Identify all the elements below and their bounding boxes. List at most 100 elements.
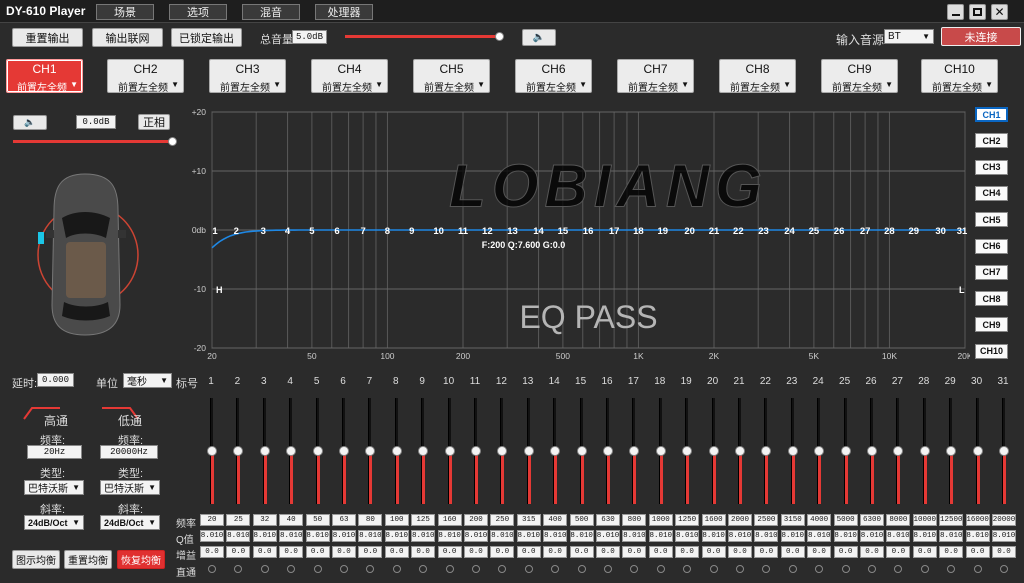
band-freq-cell[interactable]: 63 [332, 514, 356, 526]
master-mute-button[interactable]: 🔈 [522, 29, 556, 46]
band-freq-cell[interactable]: 40 [279, 514, 304, 526]
band-bypass-toggle[interactable] [815, 565, 824, 573]
input-source-select[interactable]: BT ▼ [884, 29, 934, 44]
band-slider-24[interactable] [814, 398, 825, 504]
band-freq-cell[interactable]: 500 [569, 514, 594, 526]
minimize-button[interactable] [947, 4, 964, 20]
band-slider-29[interactable] [946, 398, 957, 504]
reset-eq-button[interactable]: 重置均衡 [64, 550, 112, 569]
band-slider-7[interactable] [365, 398, 376, 504]
low-pass-freq-input[interactable]: 20000Hz [100, 445, 158, 459]
band-bypass-toggle[interactable] [234, 565, 243, 573]
band-gain-cell[interactable]: 0.0 [411, 546, 436, 558]
band-slider-handle[interactable] [972, 446, 983, 456]
band-q-cell[interactable]: 8.010 [780, 530, 805, 542]
band-slider-handle[interactable] [708, 446, 719, 456]
graph-channel-toggle-ch6[interactable]: CH6 [975, 238, 1008, 254]
band-gain-cell[interactable]: 0.0 [543, 546, 568, 558]
band-q-cell[interactable]: 8.010 [701, 530, 726, 542]
band-slider-handle[interactable] [576, 446, 587, 456]
band-bypass-toggle[interactable] [498, 565, 507, 573]
band-slider-10[interactable] [444, 398, 455, 504]
band-slider-handle[interactable] [207, 446, 217, 456]
band-slider-18[interactable] [655, 398, 666, 504]
master-volume-slider[interactable] [345, 32, 504, 41]
band-gain-cell[interactable]: 0.0 [754, 546, 779, 558]
menu-options[interactable]: 选项 [169, 4, 227, 20]
band-q-cell[interactable]: 8.010 [992, 530, 1016, 542]
band-q-cell[interactable]: 8.010 [226, 530, 251, 542]
unit-select[interactable]: 毫秒 ▼ [123, 373, 172, 388]
band-freq-cell[interactable]: 25 [226, 514, 251, 526]
band-slider-2[interactable] [233, 398, 244, 504]
band-gain-cell[interactable]: 0.0 [569, 546, 594, 558]
delay-value[interactable]: 0.000 [37, 373, 74, 387]
band-bypass-toggle[interactable] [1000, 565, 1008, 573]
band-bypass-toggle[interactable] [287, 565, 296, 573]
band-slider-3[interactable] [259, 398, 270, 504]
band-bypass-toggle[interactable] [208, 565, 216, 573]
channel-button-ch9[interactable]: CH9 前置左全频 ▼ [821, 59, 898, 94]
band-q-cell[interactable]: 8.010 [833, 530, 858, 542]
band-freq-cell[interactable]: 16000 [965, 514, 990, 526]
band-freq-cell[interactable]: 200 [464, 514, 488, 526]
band-slider-4[interactable] [286, 398, 297, 504]
band-slider-19[interactable] [682, 398, 693, 504]
band-bypass-toggle[interactable] [604, 565, 612, 573]
band-slider-13[interactable] [523, 398, 534, 504]
graph-channel-toggle-ch4[interactable]: CH4 [975, 185, 1008, 201]
channel-mute-button[interactable]: 🔈 [13, 115, 47, 130]
band-bypass-toggle[interactable] [551, 565, 560, 573]
band-freq-cell[interactable]: 4000 [807, 514, 832, 526]
low-pass-slope-select[interactable]: 24dB/Oct ▼ [100, 515, 160, 530]
master-volume-handle[interactable] [495, 32, 504, 41]
band-slider-handle[interactable] [814, 446, 825, 456]
band-gain-cell[interactable]: 0.0 [992, 546, 1016, 558]
channel-button-ch6[interactable]: CH6 前置左全频 ▼ [515, 59, 592, 94]
band-freq-cell[interactable]: 20000 [992, 514, 1016, 526]
band-bypass-toggle[interactable] [313, 565, 322, 573]
band-gain-cell[interactable]: 0.0 [490, 546, 515, 558]
channel-button-ch2[interactable]: CH2 前置左全频 ▼ [107, 59, 184, 94]
band-q-cell[interactable]: 8.010 [939, 530, 964, 542]
band-bypass-toggle[interactable] [973, 565, 982, 573]
band-freq-cell[interactable]: 50 [305, 514, 330, 526]
band-gain-cell[interactable]: 0.0 [252, 546, 277, 558]
band-bypass-toggle[interactable] [577, 565, 586, 573]
band-slider-8[interactable] [391, 398, 402, 504]
band-freq-cell[interactable]: 1000 [648, 514, 673, 526]
band-slider-15[interactable] [576, 398, 587, 504]
menu-mix[interactable]: 混音 [242, 4, 300, 20]
channel-button-ch10[interactable]: CH10 前置左全频 ▼ [921, 59, 998, 94]
band-bypass-toggle[interactable] [419, 565, 428, 573]
band-q-cell[interactable]: 8.010 [886, 530, 911, 542]
band-freq-cell[interactable]: 1600 [701, 514, 726, 526]
band-bypass-toggle[interactable] [709, 565, 718, 573]
band-bypass-toggle[interactable] [683, 565, 692, 573]
channel-volume-handle[interactable] [168, 137, 177, 146]
band-q-cell[interactable]: 8.010 [965, 530, 990, 542]
band-gain-cell[interactable]: 0.0 [358, 546, 383, 558]
band-freq-cell[interactable]: 12500 [939, 514, 964, 526]
locked-output-button[interactable]: 已锁定输出 [171, 28, 242, 47]
band-slider-9[interactable] [418, 398, 429, 504]
band-freq-cell[interactable]: 20 [200, 514, 224, 526]
output-link-button[interactable]: 输出联网 [92, 28, 163, 47]
band-q-cell[interactable]: 8.010 [305, 530, 330, 542]
band-gain-cell[interactable]: 0.0 [807, 546, 832, 558]
graph-channel-toggle-ch3[interactable]: CH3 [975, 159, 1008, 175]
band-slider-handle[interactable] [919, 446, 930, 456]
band-freq-cell[interactable]: 8000 [886, 514, 911, 526]
band-q-cell[interactable]: 8.010 [490, 530, 515, 542]
band-slider-handle[interactable] [391, 446, 402, 456]
band-slider-handle[interactable] [418, 446, 429, 456]
band-slider-26[interactable] [867, 398, 877, 504]
close-button[interactable]: ✕ [991, 4, 1008, 20]
band-freq-cell[interactable]: 1250 [675, 514, 700, 526]
high-pass-freq-input[interactable]: 20Hz [27, 445, 82, 459]
band-gain-cell[interactable]: 0.0 [332, 546, 356, 558]
band-bypass-toggle[interactable] [656, 565, 665, 573]
band-slider-6[interactable] [339, 398, 349, 504]
band-q-cell[interactable]: 8.010 [252, 530, 277, 542]
band-slider-handle[interactable] [259, 446, 270, 456]
